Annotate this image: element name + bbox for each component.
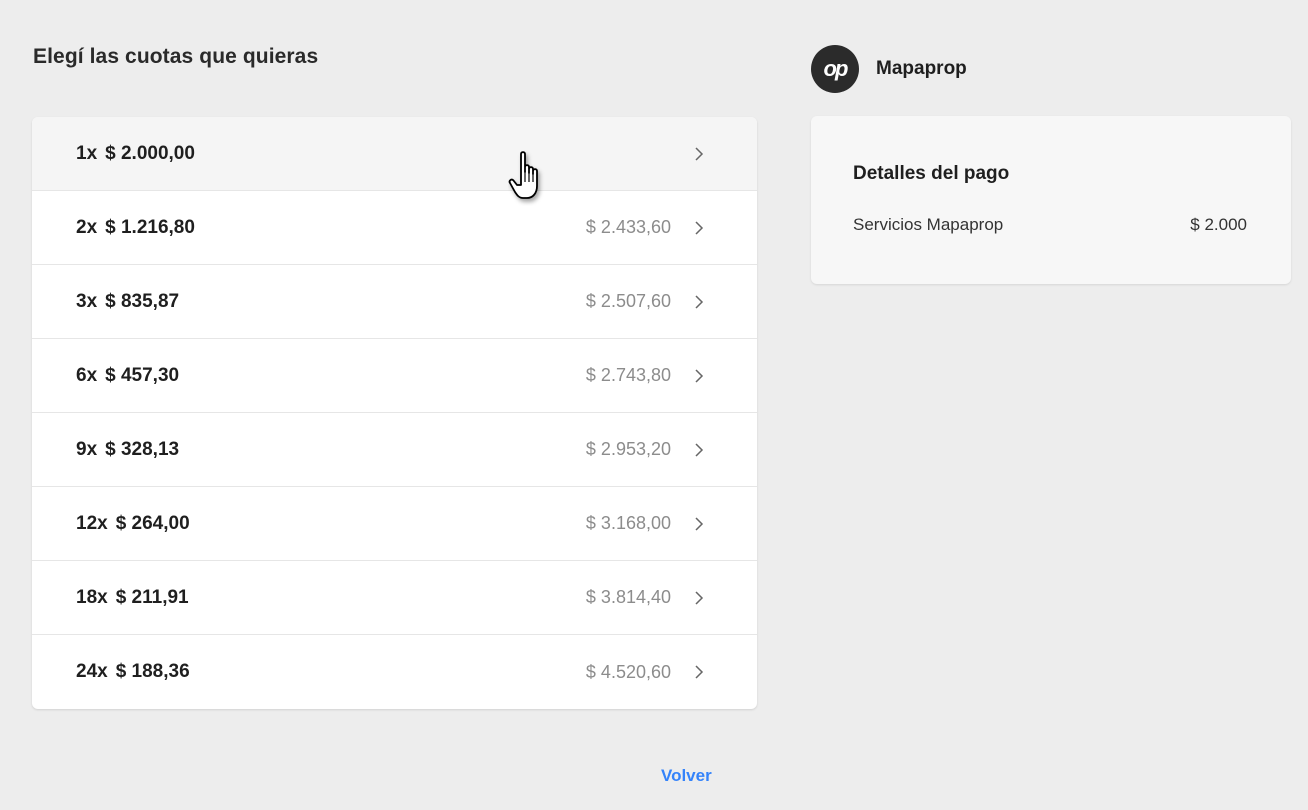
chevron-right-icon bbox=[691, 590, 707, 606]
installment-option-3x[interactable]: 3x $ 835,87 $ 2.507,60 bbox=[32, 265, 757, 339]
payment-details-title: Detalles del pago bbox=[853, 163, 1010, 184]
installment-label: 18x $ 211,91 bbox=[76, 586, 189, 608]
chevron-right-icon bbox=[691, 442, 707, 458]
installment-option-2x[interactable]: 2x $ 1.216,80 $ 2.433,60 bbox=[32, 191, 757, 265]
mapaprop-logo-icon: op bbox=[811, 45, 859, 93]
installment-label: 9x $ 328,13 bbox=[76, 438, 180, 460]
installment-label: 3x $ 835,87 bbox=[76, 290, 180, 312]
chevron-right-icon bbox=[691, 664, 707, 680]
installment-total: $ 4.520,60 bbox=[585, 661, 671, 682]
installment-option-24x[interactable]: 24x $ 188,36 $ 4.520,60 bbox=[32, 635, 757, 709]
payment-details-card: Detalles del pago Servicios Mapaprop $ 2… bbox=[811, 116, 1291, 284]
merchant-name: Mapaprop bbox=[876, 58, 967, 79]
merchant-header: op Mapaprop bbox=[811, 45, 967, 93]
installment-option-1x[interactable]: 1x $ 2.000,00 bbox=[32, 117, 757, 191]
installment-option-6x[interactable]: 6x $ 457,30 $ 2.743,80 bbox=[32, 339, 757, 413]
svg-text:op: op bbox=[824, 57, 848, 81]
back-link[interactable]: Volver bbox=[661, 766, 712, 786]
installment-label: 6x $ 457,30 bbox=[76, 364, 180, 386]
installment-label: 24x $ 188,36 bbox=[76, 661, 190, 682]
installment-total: $ 3.814,40 bbox=[585, 587, 671, 607]
page-title: Elegí las cuotas que quieras bbox=[33, 45, 319, 68]
installment-total: $ 3.168,00 bbox=[585, 513, 671, 533]
installment-label: 12x $ 264,00 bbox=[76, 512, 190, 534]
payment-item-amount: $ 2.000 bbox=[1190, 215, 1247, 234]
chevron-right-icon bbox=[691, 146, 707, 162]
installment-option-12x[interactable]: 12x $ 264,00 $ 3.168,00 bbox=[32, 487, 757, 561]
installment-label: 1x $ 2.000,00 bbox=[76, 142, 195, 164]
installments-list: 1x $ 2.000,00 2x $ 1.216,80 $ 2.433,60 3x $… bbox=[32, 117, 757, 709]
payment-item-label: Servicios Mapaprop bbox=[853, 215, 1004, 234]
chevron-right-icon bbox=[691, 368, 707, 384]
installment-total: $ 2.433,60 bbox=[585, 217, 671, 237]
installment-label: 2x $ 1.216,80 bbox=[76, 216, 195, 238]
checkout-page: Elegí las cuotas que quieras 1x $ 2.000,0… bbox=[0, 0, 1308, 810]
installment-total: $ 2.953,20 bbox=[585, 439, 671, 459]
chevron-right-icon bbox=[691, 220, 707, 236]
installment-option-9x[interactable]: 9x $ 328,13 $ 2.953,20 bbox=[32, 413, 757, 487]
installment-option-18x[interactable]: 18x $ 211,91 $ 3.814,40 bbox=[32, 561, 757, 635]
chevron-right-icon bbox=[691, 294, 707, 310]
installment-total: $ 2.507,60 bbox=[585, 291, 671, 311]
installment-total: $ 2.743,80 bbox=[585, 365, 671, 385]
chevron-right-icon bbox=[691, 516, 707, 532]
payment-details-line: Servicios Mapaprop $ 2.000 bbox=[853, 215, 1247, 235]
